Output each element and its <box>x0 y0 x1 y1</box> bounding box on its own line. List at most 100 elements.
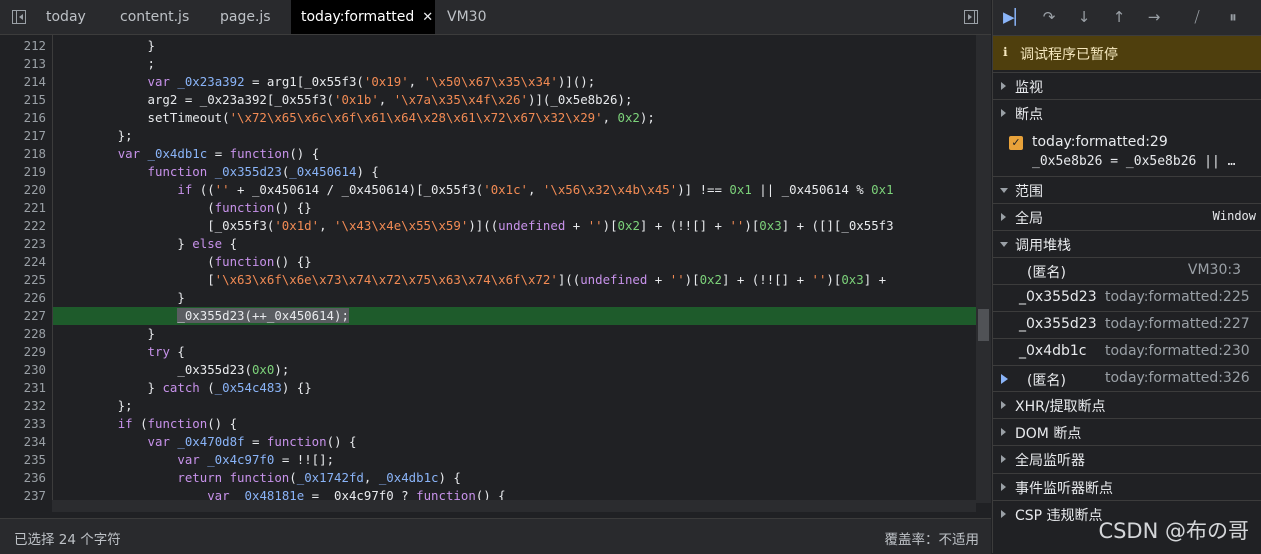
code-line[interactable]: 234 var _0x470d8f = function() { <box>0 433 976 451</box>
line-number[interactable]: 224 <box>0 253 46 271</box>
line-number[interactable]: 229 <box>0 343 46 361</box>
chevron-down-icon <box>1000 242 1008 247</box>
code-line[interactable]: 236 return function(_0x1742fd, _0x4db1c)… <box>0 469 976 487</box>
code-line[interactable]: 226 } <box>0 289 976 307</box>
line-number[interactable]: 227 <box>0 307 46 325</box>
step-icon[interactable]: → <box>1144 7 1164 27</box>
code-line[interactable]: 225 ['\x63\x6f\x6e\x73\x74\x72\x75\x63\x… <box>0 271 976 289</box>
line-number[interactable]: 220 <box>0 181 46 199</box>
coverage-status[interactable]: 覆盖率：不适用 <box>885 528 980 548</box>
callstack-frame[interactable]: _0x355d23 today:formatted:227 <box>993 311 1261 338</box>
code-line[interactable]: 220 if (('' + _0x450614 / _0x450614)[_0x… <box>0 181 976 199</box>
resume-icon[interactable]: ▶▏ <box>1003 7 1026 27</box>
line-number[interactable]: 237 <box>0 487 46 503</box>
step-out-icon[interactable]: ↑ <box>1109 7 1129 27</box>
code-line[interactable]: 217 }; <box>0 127 976 145</box>
code-line[interactable]: 222 [_0x55f3('0x1d', '\x43\x4e\x55\x59')… <box>0 217 976 235</box>
step-over-icon[interactable]: ↷ <box>1039 7 1059 27</box>
code-line[interactable]: 213 ; <box>0 55 976 73</box>
code-line[interactable]: 232 }; <box>0 397 976 415</box>
section-xhr-breakpoints[interactable]: XHR/提取断点 <box>993 391 1261 418</box>
chevron-right-icon <box>1001 428 1006 436</box>
code-line[interactable]: 235 var _0x4c97f0 = !![]; <box>0 451 976 469</box>
line-source: if (('' + _0x450614 / _0x450614)[_0x55f3… <box>177 182 894 197</box>
line-number[interactable]: 233 <box>0 415 46 433</box>
line-number[interactable]: 225 <box>0 271 46 289</box>
line-number[interactable]: 216 <box>0 109 46 127</box>
code-line[interactable]: 233 if (function() { <box>0 415 976 433</box>
line-number[interactable]: 236 <box>0 469 46 487</box>
toggle-navigator-icon[interactable] <box>12 10 26 24</box>
tab-content-js[interactable]: content.js <box>110 0 199 34</box>
line-source: }; <box>58 128 133 143</box>
scope-label: 全局 <box>1015 211 1043 227</box>
vertical-scrollbar[interactable] <box>976 35 991 503</box>
line-number[interactable]: 219 <box>0 163 46 181</box>
tab-page-js[interactable]: page.js <box>210 0 281 34</box>
section-breakpoints[interactable]: 断点 <box>993 99 1261 125</box>
callstack-frame-current[interactable]: (匿名) today:formatted:326 <box>993 365 1261 392</box>
code-line-current[interactable]: 227 _0x355d23(++_0x450614); <box>0 307 976 325</box>
line-number[interactable]: 215 <box>0 91 46 109</box>
section-label: 监视 <box>1015 80 1043 96</box>
toggle-debugger-icon[interactable] <box>964 10 978 24</box>
code-editor[interactable]: 212 } 213 ; 214 var _0x23a392 = arg1[_0x55… <box>0 35 976 503</box>
line-number[interactable]: 217 <box>0 127 46 145</box>
frame-location: VM30:3 <box>1187 262 1241 278</box>
line-number[interactable]: 213 <box>0 55 46 73</box>
line-number[interactable]: 223 <box>0 235 46 253</box>
code-line[interactable]: 230 _0x355d23(0x0); <box>0 361 976 379</box>
code-line[interactable]: 212 } <box>0 37 976 55</box>
code-line[interactable]: 219 function _0x355d23(_0x450614) { <box>0 163 976 181</box>
line-source: _0x355d23(++_0x450614); <box>177 308 349 323</box>
line-number[interactable]: 214 <box>0 73 46 91</box>
horizontal-scrollbar[interactable] <box>52 500 976 512</box>
code-line[interactable]: 228 } <box>0 325 976 343</box>
line-number[interactable]: 218 <box>0 145 46 163</box>
code-line[interactable]: 215 arg2 = _0x23a392[_0x55f3('0x1b', '\x… <box>0 91 976 109</box>
step-into-icon[interactable]: ↓ <box>1074 7 1094 27</box>
callstack-frame[interactable]: _0x4db1c today:formatted:230 <box>993 338 1261 365</box>
line-source: setTimeout('\x72\x65\x6c\x6f\x61\x64\x28… <box>58 110 655 125</box>
section-event-listener-breakpoints[interactable]: 事件监听器断点 <box>993 473 1261 500</box>
code-line[interactable]: 231 } catch (_0x54c483) {} <box>0 379 976 397</box>
line-number[interactable]: 235 <box>0 451 46 469</box>
breakpoint-checkbox[interactable]: ✓ <box>1009 136 1023 150</box>
code-line[interactable]: 223 } else { <box>0 235 976 253</box>
section-global-listeners[interactable]: 全局监听器 <box>993 445 1261 473</box>
line-number[interactable]: 234 <box>0 433 46 451</box>
scrollbar-thumb[interactable] <box>978 309 989 341</box>
tab-today[interactable]: today <box>36 0 96 34</box>
breakpoint-location[interactable]: today:formatted:29 <box>1032 134 1168 150</box>
line-number[interactable]: 222 <box>0 217 46 235</box>
section-scope[interactable]: 范围 <box>993 176 1261 202</box>
callstack-frame[interactable]: _0x355d23 today:formatted:225 <box>993 284 1261 311</box>
info-icon: ℹ <box>1003 45 1008 59</box>
line-number[interactable]: 230 <box>0 361 46 379</box>
pause-on-exceptions-icon[interactable]: ⏸ <box>1223 7 1243 27</box>
tab-vm30[interactable]: VM30 <box>437 0 496 34</box>
tab-today-formatted[interactable]: today:formatted ✕ <box>291 0 435 34</box>
close-icon[interactable]: ✕ <box>422 10 433 25</box>
section-watch[interactable]: 监视 <box>993 72 1261 98</box>
line-source: return function(_0x1742fd, _0x4db1c) { <box>177 470 461 485</box>
line-number[interactable]: 226 <box>0 289 46 307</box>
code-line[interactable]: 216 setTimeout('\x72\x65\x6c\x6f\x61\x64… <box>0 109 976 127</box>
code-line[interactable]: 214 var _0x23a392 = arg1[_0x55f3('0x19',… <box>0 73 976 91</box>
code-line[interactable]: 229 try { <box>0 343 976 361</box>
code-line[interactable]: 218 var _0x4db1c = function() { <box>0 145 976 163</box>
section-callstack[interactable]: 调用堆栈 <box>993 230 1261 256</box>
tab-label: VM30 <box>447 9 487 25</box>
line-number[interactable]: 221 <box>0 199 46 217</box>
line-source: _0x355d23(0x0); <box>58 362 290 377</box>
code-line[interactable]: 224 (function() {} <box>0 253 976 271</box>
callstack-frame[interactable]: (匿名) VM30:3 <box>993 257 1261 284</box>
scope-global[interactable]: 全局 Window <box>993 203 1261 229</box>
line-number[interactable]: 212 <box>0 37 46 55</box>
line-number[interactable]: 231 <box>0 379 46 397</box>
section-dom-breakpoints[interactable]: DOM 断点 <box>993 418 1261 445</box>
code-line[interactable]: 221 (function() {} <box>0 199 976 217</box>
line-number[interactable]: 228 <box>0 325 46 343</box>
line-number[interactable]: 232 <box>0 397 46 415</box>
deactivate-breakpoints-icon[interactable]: ⧸ <box>1187 7 1207 27</box>
